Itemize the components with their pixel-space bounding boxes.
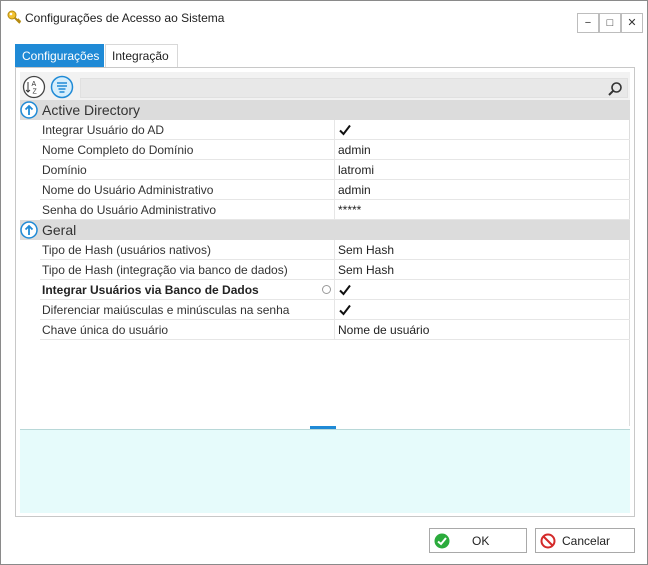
category-label: Geral xyxy=(42,222,77,238)
ok-button-label: OK xyxy=(472,534,490,548)
property-grid-panel: A Z Active Directory Integrar Usuário do… xyxy=(15,67,635,517)
property-value[interactable]: Nome de usuário xyxy=(338,323,429,337)
category-active-directory[interactable]: Active Directory xyxy=(20,100,630,120)
minimize-button[interactable]: − xyxy=(577,13,599,33)
check-circle-icon xyxy=(434,533,450,549)
checkbox-checked-icon[interactable] xyxy=(338,123,352,137)
title-bar: Configurações de Acesso ao Sistema − □ ✕ xyxy=(1,1,647,35)
property-row[interactable]: Nome Completo do Domínio admin xyxy=(20,140,630,160)
property-value[interactable]: ***** xyxy=(338,203,361,217)
property-name: Nome Completo do Domínio xyxy=(42,143,194,157)
property-row[interactable]: Domínio latromi xyxy=(20,160,630,180)
tab-configuracoes[interactable]: Configurações xyxy=(15,44,104,68)
property-name: Chave única do usuário xyxy=(42,323,169,337)
close-button[interactable]: ✕ xyxy=(621,13,643,33)
property-value[interactable]: latromi xyxy=(338,163,374,177)
category-label: Active Directory xyxy=(42,102,141,118)
ok-button[interactable]: OK xyxy=(429,528,527,553)
maximize-button[interactable]: □ xyxy=(599,13,621,33)
property-row[interactable]: Diferenciar maiúsculas e minúsculas na s… xyxy=(20,300,630,320)
cancel-button[interactable]: Cancelar xyxy=(535,528,635,553)
property-value[interactable]: Sem Hash xyxy=(338,243,394,257)
property-row[interactable]: Chave única do usuário Nome de usuário xyxy=(20,320,630,340)
window-title: Configurações de Acesso ao Sistema xyxy=(25,11,225,25)
property-name: Tipo de Hash (integração via banco de da… xyxy=(42,263,288,277)
category-geral[interactable]: Geral xyxy=(20,220,630,240)
collapse-up-icon[interactable] xyxy=(20,220,40,240)
property-name: Tipo de Hash (usuários nativos) xyxy=(42,243,211,257)
property-name: Integrar Usuário do AD xyxy=(42,123,165,137)
checkbox-checked-icon[interactable] xyxy=(338,303,352,317)
property-value[interactable]: admin xyxy=(338,143,371,157)
property-name: Nome do Usuário Administrativo xyxy=(42,183,214,197)
property-name: Diferenciar maiúsculas e minúsculas na s… xyxy=(42,303,290,317)
collapse-up-icon[interactable] xyxy=(20,100,40,120)
property-value[interactable]: Sem Hash xyxy=(338,263,394,277)
property-grid: Active Directory Integrar Usuário do AD … xyxy=(20,100,630,426)
svg-text:Z: Z xyxy=(33,89,38,96)
modified-indicator-icon xyxy=(322,285,331,294)
cancel-button-label: Cancelar xyxy=(562,534,611,548)
property-row[interactable]: Senha do Usuário Administrativo ***** xyxy=(20,200,630,220)
cancel-circle-icon xyxy=(540,533,556,549)
property-row[interactable]: Integrar Usuários via Banco de Dados xyxy=(20,280,630,300)
property-name: Integrar Usuários via Banco de Dados xyxy=(42,283,259,297)
property-name: Senha do Usuário Administrativo xyxy=(42,203,217,217)
checkbox-checked-icon[interactable] xyxy=(338,283,352,297)
svg-text:A: A xyxy=(32,81,37,88)
property-row[interactable]: Tipo de Hash (integração via banco de da… xyxy=(20,260,630,280)
search-icon[interactable] xyxy=(607,81,623,97)
property-name: Domínio xyxy=(42,163,87,177)
search-input[interactable] xyxy=(80,78,628,98)
property-row[interactable]: Nome do Usuário Administrativo admin xyxy=(20,180,630,200)
tab-integracao[interactable]: Integração xyxy=(105,44,178,68)
categorized-icon[interactable] xyxy=(50,75,74,99)
property-value[interactable]: admin xyxy=(338,183,371,197)
property-grid-toolbar: A Z xyxy=(20,72,630,102)
key-icon xyxy=(7,10,22,24)
dialog-window: Configurações de Acesso ao Sistema − □ ✕… xyxy=(0,0,648,565)
property-row[interactable]: Integrar Usuário do AD xyxy=(20,120,630,140)
property-row[interactable]: Tipo de Hash (usuários nativos) Sem Hash xyxy=(20,240,630,260)
description-pane xyxy=(20,429,630,513)
sort-alphabetical-icon[interactable]: A Z xyxy=(22,75,46,99)
